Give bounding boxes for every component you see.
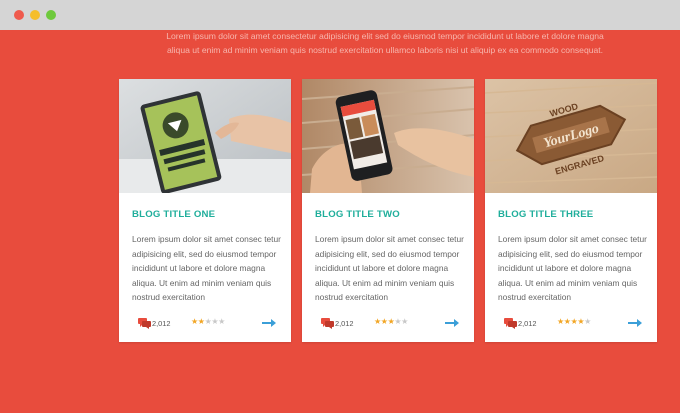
star-empty-icon: ★	[218, 317, 225, 326]
blog-card[interactable]: BLOG TITLE TWO Lorem ipsum dolor sit ame…	[302, 79, 474, 342]
card-meta: 2,012 ★★★★★	[315, 317, 463, 331]
read-more-arrow-icon[interactable]	[628, 318, 642, 328]
star-rating: ★★★★★	[191, 317, 225, 326]
card-meta: 2,012 ★★★★★	[498, 317, 646, 331]
card-title[interactable]: BLOG TITLE TWO	[315, 209, 400, 220]
phone-photo-icon[interactable]	[302, 79, 474, 193]
blog-card[interactable]: BLOG TITLE ONE Lorem ipsum dolor sit ame…	[119, 79, 291, 342]
star-filled-icon: ★	[197, 317, 205, 326]
wood-logo-photo-icon[interactable]: WOOD YourLogo ENGRAVED	[485, 79, 657, 193]
intro-line-2: aliqua ut enim ad minim veniam quis nost…	[166, 45, 604, 55]
comment-icon[interactable]	[504, 318, 517, 329]
star-filled-icon: ★	[380, 317, 388, 326]
comment-count: 2,012	[152, 319, 171, 328]
window-titlebar	[0, 0, 680, 30]
comment-icon[interactable]	[321, 318, 334, 329]
card-excerpt: Lorem ipsum dolor sit amet consec tetur …	[498, 234, 647, 303]
maximize-dot-icon[interactable]	[46, 10, 56, 20]
close-dot-icon[interactable]	[14, 10, 24, 20]
card-excerpt: Lorem ipsum dolor sit amet consec tetur …	[315, 234, 464, 303]
star-empty-icon: ★	[584, 317, 591, 326]
comment-count: 2,012	[335, 319, 354, 328]
read-more-arrow-icon[interactable]	[262, 318, 276, 328]
star-filled-icon: ★	[191, 317, 198, 326]
card-title[interactable]: BLOG TITLE ONE	[132, 209, 215, 220]
blog-card[interactable]: WOOD YourLogo ENGRAVED BLOG TITLE THREE …	[485, 79, 657, 342]
intro-line-1: Lorem ipsum dolor sit amet consectetur a…	[166, 31, 604, 41]
star-filled-icon: ★	[557, 317, 564, 326]
star-filled-icon: ★	[563, 317, 571, 326]
minimize-dot-icon[interactable]	[30, 10, 40, 20]
card-title[interactable]: BLOG TITLE THREE	[498, 209, 593, 220]
intro-text: Lorem ipsum dolor sit amet consectetur a…	[150, 29, 620, 57]
star-filled-icon: ★	[374, 317, 381, 326]
card-meta: 2,012 ★★★★★	[132, 317, 280, 331]
star-empty-icon: ★	[401, 317, 408, 326]
read-more-arrow-icon[interactable]	[445, 318, 459, 328]
tablet-photo-icon[interactable]	[119, 79, 291, 193]
comment-icon[interactable]	[138, 318, 151, 329]
star-rating: ★★★★★	[557, 317, 591, 326]
card-excerpt: Lorem ipsum dolor sit amet consec tetur …	[132, 234, 281, 303]
comment-count: 2,012	[518, 319, 537, 328]
star-rating: ★★★★★	[374, 317, 408, 326]
